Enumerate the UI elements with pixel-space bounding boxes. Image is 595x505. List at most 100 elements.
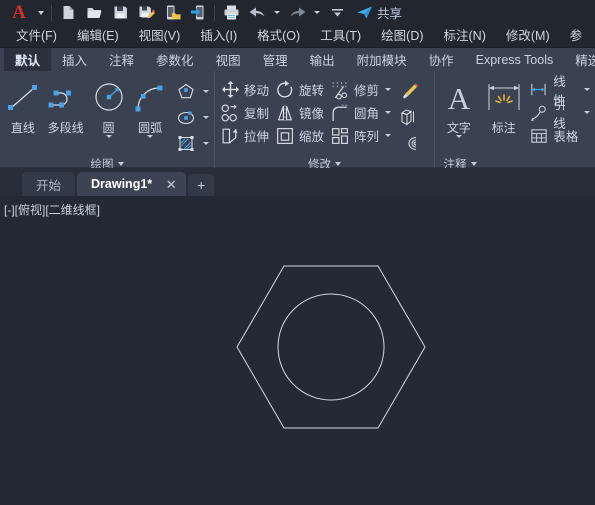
menu-item-modify[interactable]: 修改(M) [496, 25, 560, 47]
new-file-icon [63, 6, 73, 19]
modify-explode-button[interactable] [394, 105, 424, 130]
qat-new-button[interactable] [55, 1, 81, 24]
qat-save-to-cloud-button[interactable] [185, 1, 211, 24]
ribbon-tab-parametric[interactable]: 参数化 [145, 48, 205, 71]
chevron-down-icon[interactable] [584, 88, 590, 91]
menu-item-edit[interactable]: 编辑(E) [67, 25, 129, 47]
qat-saveas-button[interactable] [133, 1, 159, 24]
modify-fillet-label: 圆角 [354, 107, 380, 121]
trim-icon [332, 81, 348, 99]
draw-polygon-button[interactable] [171, 79, 212, 104]
close-icon[interactable]: ✕ [164, 178, 178, 191]
draw-hatch-button[interactable] [171, 131, 212, 156]
ribbon-tab-insert[interactable]: 插入 [51, 48, 98, 71]
linear-dimension-icon [531, 83, 546, 95]
draw-line-label: 直线 [10, 121, 35, 135]
modify-copy-button[interactable]: 复制 [217, 101, 272, 124]
chevron-down-icon[interactable] [385, 134, 392, 137]
save-to-web-mobile-icon [190, 5, 203, 20]
draw-polyline-button[interactable]: 多段线 [44, 76, 88, 136]
menu-item-dimension[interactable]: 标注(N) [434, 25, 496, 47]
menu-item-format[interactable]: 格式(O) [247, 25, 310, 47]
annotation-dimension-button[interactable]: 标注 [481, 76, 527, 136]
qat-plot-button[interactable] [218, 1, 244, 24]
menu-bar: 文件(F) 编辑(E) 视图(V) 插入(I) 格式(O) 工具(T) 绘图(D… [0, 25, 595, 48]
ribbon-tab-default[interactable]: 默认 [4, 48, 52, 71]
menu-item-draw[interactable]: 绘图(D) [371, 25, 433, 47]
share-button[interactable]: 共享 [356, 3, 402, 22]
redo-arrow-icon [290, 7, 305, 17]
chevron-down-icon[interactable] [385, 88, 392, 91]
draw-circle-dropdown[interactable] [105, 135, 112, 156]
doc-tab-start[interactable]: 开始 [22, 172, 76, 196]
modify-offset-button[interactable] [394, 131, 424, 156]
modify-scale-button[interactable]: 缩放 [272, 124, 327, 147]
app-menu-dropdown[interactable] [34, 1, 48, 24]
menu-item-insert[interactable]: 插入(I) [190, 25, 247, 47]
modify-mirror-label: 镜像 [299, 107, 325, 121]
doc-tab-drawing1-label: Drawing1* [91, 177, 153, 191]
ribbon-tab-annotate[interactable]: 注释 [98, 48, 145, 71]
annotation-text-button[interactable]: A 文字 [437, 76, 481, 156]
menu-item-file[interactable]: 文件(F) [6, 25, 67, 47]
annotation-table-button[interactable]: 表格 [526, 124, 593, 147]
modify-stretch-label: 拉伸 [244, 130, 270, 144]
chevron-down-icon[interactable] [203, 142, 210, 145]
modify-stretch-button[interactable]: 拉伸 [217, 124, 272, 147]
ribbon-tab-view[interactable]: 视图 [205, 48, 252, 71]
qat-open-from-cloud-button[interactable] [159, 1, 185, 24]
ribbon-tab-manage[interactable]: 管理 [252, 48, 299, 71]
ribbon-panel-draw: 直线 多段线 圆 圆弧 绘图 [0, 71, 215, 171]
menu-item-view[interactable]: 视图(V) [129, 25, 191, 47]
modify-column-2: 旋转 镜像 缩放 [272, 76, 327, 147]
chevron-down-icon [147, 135, 154, 155]
ribbon-tab-collaborate[interactable]: 协作 [418, 48, 465, 71]
chevron-down-icon[interactable] [203, 116, 210, 119]
draw-circle-label: 圆 [102, 121, 115, 135]
app-menu-button[interactable]: A [4, 3, 34, 22]
qat-redo-dropdown[interactable] [310, 1, 324, 24]
modify-match-properties-button[interactable] [394, 79, 424, 104]
qat-customize-button[interactable] [324, 1, 350, 24]
doc-tab-drawing1[interactable]: Drawing1* ✕ [77, 172, 187, 196]
modify-move-button[interactable]: 移动 [217, 78, 272, 101]
annotation-text-label: 文字 [446, 121, 471, 135]
qat-undo-dropdown[interactable] [270, 1, 284, 24]
chevron-down-icon[interactable] [203, 90, 210, 93]
new-drawing-tab-button[interactable]: + [188, 174, 215, 196]
qat-save-button[interactable] [107, 1, 133, 24]
annotation-text-dropdown[interactable] [455, 135, 462, 156]
draw-ellipse-button[interactable] [171, 105, 212, 130]
ribbon-tab-addins[interactable]: 附加模块 [346, 48, 418, 71]
draw-arc-dropdown[interactable] [147, 135, 154, 156]
qat-open-button[interactable] [81, 1, 107, 24]
qat-undo-button[interactable] [244, 1, 270, 24]
chevron-down-icon[interactable] [385, 111, 392, 114]
ribbon-tab-output[interactable]: 输出 [299, 48, 346, 71]
modify-trim-label: 修剪 [354, 84, 380, 98]
qat-redo-button[interactable] [284, 1, 310, 24]
modify-copy-label: 复制 [244, 107, 270, 121]
printer-icon [224, 5, 238, 20]
draw-line-button[interactable]: 直线 [2, 76, 44, 136]
draw-arc-button[interactable]: 圆弧 [129, 76, 171, 156]
menu-item-tools[interactable]: 工具(T) [310, 25, 371, 47]
annotation-leader-button[interactable]: 引线 [526, 98, 593, 131]
menu-item-parametric[interactable]: 参 [560, 25, 593, 47]
modify-extra-icons [394, 76, 424, 156]
modify-trim-button[interactable]: 修剪 [327, 78, 394, 101]
modify-fillet-button[interactable]: 圆角 [327, 101, 394, 124]
ribbon-tab-express-tools[interactable]: Express Tools [465, 48, 565, 71]
ellipse-icon [174, 107, 198, 129]
chevron-down-icon[interactable] [584, 111, 590, 114]
copy-icon [221, 104, 238, 121]
draw-circle-button[interactable]: 圆 [88, 76, 130, 156]
modify-mirror-button[interactable]: 镜像 [272, 101, 327, 124]
ribbon-tab-featured-apps[interactable]: 精选应用 [564, 48, 595, 71]
drawing-canvas[interactable]: [-][俯视][二维线框] [0, 196, 595, 505]
modify-rotate-button[interactable]: 旋转 [272, 78, 327, 101]
circle-icon [89, 78, 129, 118]
hatch-icon [174, 133, 198, 155]
stretch-icon [222, 128, 238, 143]
modify-array-button[interactable]: 阵列 [327, 124, 394, 147]
